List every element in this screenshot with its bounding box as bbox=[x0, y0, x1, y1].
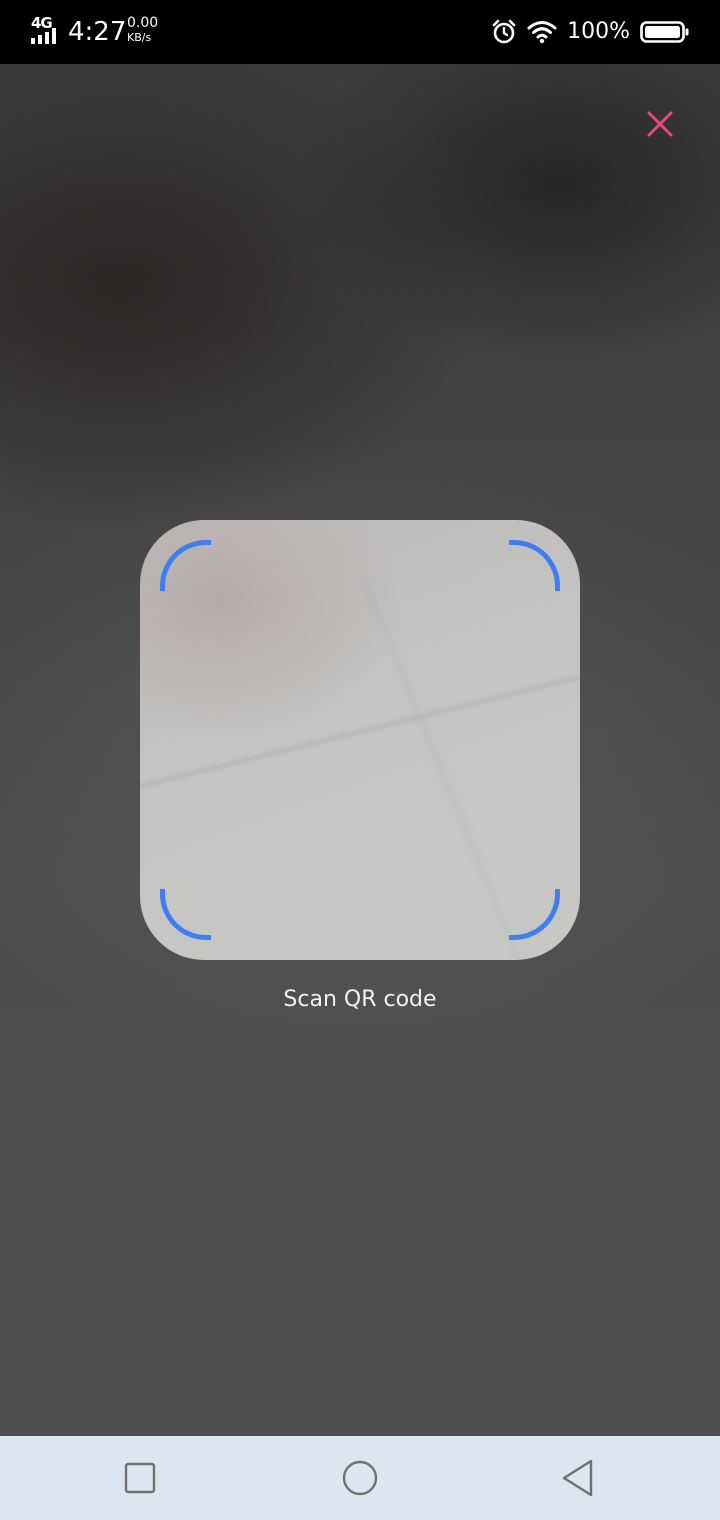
surface-crease bbox=[361, 574, 522, 960]
battery-icon bbox=[640, 21, 689, 43]
scan-corner-top-right bbox=[509, 540, 560, 591]
scan-frame bbox=[140, 520, 580, 960]
scan-corner-bottom-right bbox=[509, 889, 560, 940]
recents-button[interactable] bbox=[116, 1454, 164, 1502]
wifi-icon bbox=[527, 21, 557, 44]
battery-percent: 100% bbox=[567, 19, 630, 44]
home-button[interactable] bbox=[336, 1454, 384, 1502]
data-speed-value: 0.00 bbox=[127, 15, 159, 31]
network-indicator: 4G bbox=[30, 14, 62, 46]
status-right-group: 100% bbox=[491, 14, 690, 50]
close-icon bbox=[647, 111, 673, 137]
home-icon bbox=[342, 1460, 378, 1496]
navigation-bar bbox=[0, 1436, 720, 1520]
back-icon bbox=[562, 1459, 593, 1497]
alarm-icon bbox=[492, 19, 516, 44]
back-button[interactable] bbox=[554, 1454, 602, 1502]
recents-icon bbox=[124, 1462, 156, 1494]
status-time: 4:27 bbox=[68, 17, 127, 47]
data-speed-unit: KB/s bbox=[127, 31, 152, 44]
close-button[interactable] bbox=[636, 100, 684, 148]
status-bar: 4G 4:27 0.00 KB/s 100% bbox=[0, 0, 720, 64]
camera-viewfinder: Scan QR code bbox=[0, 64, 720, 1436]
screen: 4G 4:27 0.00 KB/s 100% Scan QR code bbox=[0, 0, 720, 1520]
scan-instruction: Scan QR code bbox=[283, 987, 437, 1012]
data-speed: 0.00 KB/s bbox=[127, 15, 167, 45]
surface-crease bbox=[140, 664, 580, 793]
scan-corner-top-left bbox=[160, 540, 211, 591]
scan-corner-bottom-left bbox=[160, 889, 211, 940]
signal-icon bbox=[31, 28, 56, 44]
